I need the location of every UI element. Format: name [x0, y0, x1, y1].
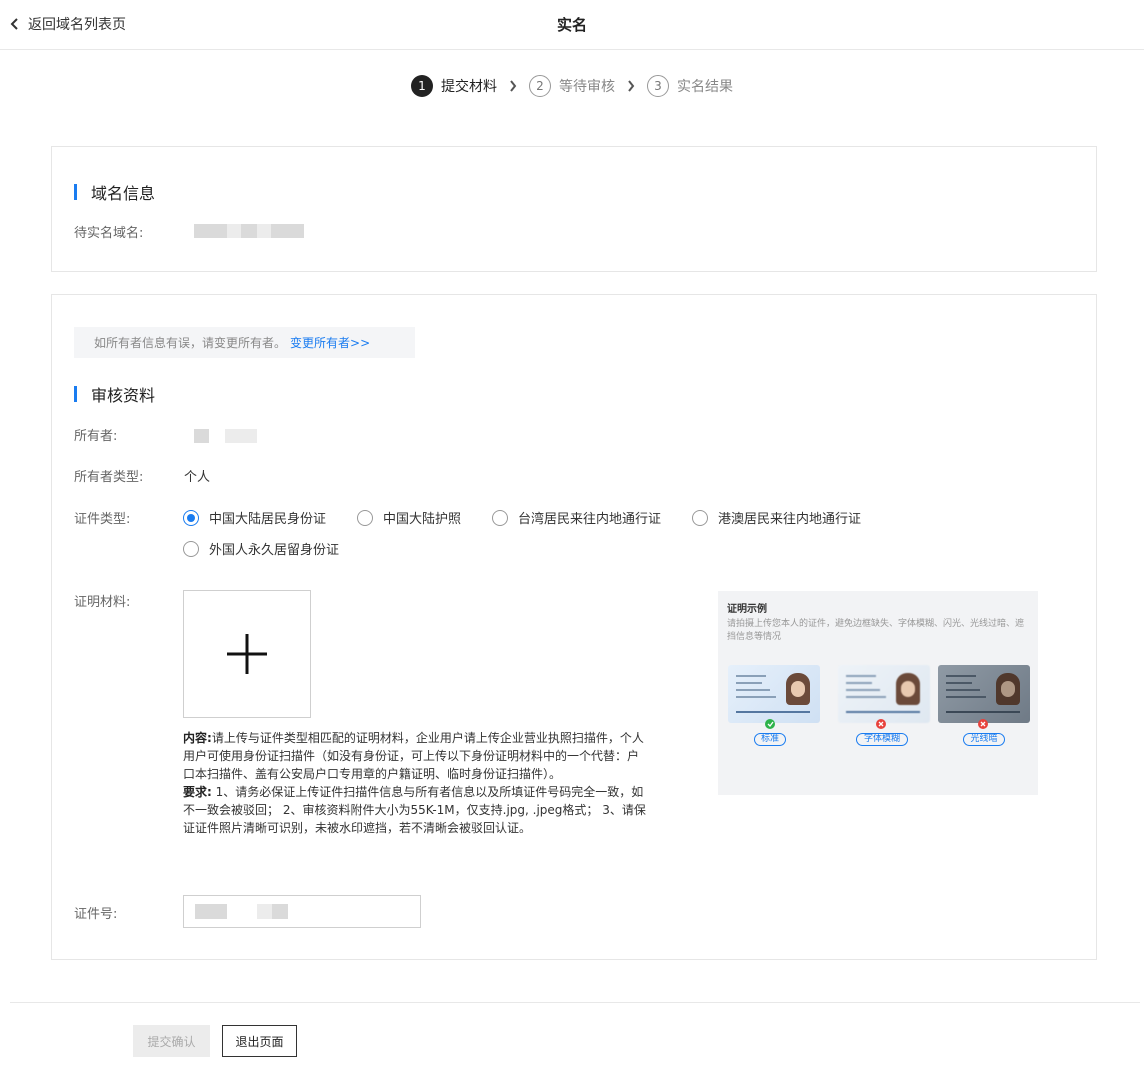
requirement-text: 1、请务必保证上传证件扫描件信息与所有者信息以及所填证件号码完全一致，如不一致会…: [183, 785, 646, 835]
radio-dot: [183, 509, 199, 526]
radio-dot: [183, 540, 199, 557]
step-number: 3: [647, 75, 669, 97]
id-number-input[interactable]: [183, 895, 421, 928]
chevron-right-icon: [510, 80, 517, 92]
redacted-domain: [194, 224, 227, 238]
section-accent-bar: [74, 184, 77, 200]
portrait-photo: [996, 673, 1020, 705]
review-materials-card: 如所有者信息有误，请变更所有者。 变更所有者>> 审核资料 所有者: 所有者类型…: [51, 294, 1097, 960]
radio-label: 台湾居民来往内地通行证: [518, 512, 662, 527]
radio-label: 外国人永久居留身份证: [209, 543, 340, 558]
domain-info-heading: 域名信息: [74, 180, 155, 204]
step-label: 实名结果: [677, 79, 733, 95]
step-waiting-review: 2 等待审核: [529, 75, 615, 97]
error-icon: [876, 719, 886, 729]
top-bar: 返回域名列表页 实名: [0, 0, 1144, 50]
example-id-card-blurry: [838, 665, 930, 723]
radio-cn-passport[interactable]: 中国大陆护照: [357, 508, 461, 527]
redacted-owner: [225, 429, 257, 443]
redacted-domain: [271, 224, 304, 238]
progress-steps: 1 提交材料 2 等待审核 3 实名结果: [0, 74, 1144, 98]
radio-label: 中国大陆居民身份证: [209, 512, 327, 527]
domain-info-card: 域名信息 待实名域名:: [51, 146, 1097, 272]
chevron-right-icon: [628, 80, 635, 92]
owner-change-notice: 如所有者信息有误，请变更所有者。 变更所有者>>: [74, 327, 415, 358]
radio-label: 中国大陆护照: [383, 512, 462, 527]
check-icon: [765, 719, 775, 729]
example-tag: 光线暗: [963, 733, 1005, 746]
radio-cn-id-card[interactable]: 中国大陆居民身份证: [183, 508, 326, 527]
material-label: 证明材料:: [74, 595, 131, 610]
content-heading: 内容:: [183, 731, 212, 745]
redacted-domain: [227, 224, 241, 238]
example-tag: 标准: [754, 733, 786, 746]
owner-type-label: 所有者类型:: [74, 470, 144, 485]
portrait-photo: [786, 673, 810, 705]
redacted-id-number: [272, 904, 288, 919]
exit-page-button[interactable]: 退出页面: [222, 1025, 297, 1057]
domain-label: 待实名域名:: [74, 226, 144, 241]
redacted-id-number: [257, 904, 272, 919]
radio-label: 港澳居民来往内地通行证: [718, 512, 862, 527]
step-result: 3 实名结果: [647, 75, 733, 97]
redacted-domain: [257, 224, 271, 238]
section-title: 域名信息: [91, 184, 156, 203]
example-description: 请拍摄上传您本人的证件，避免边框缺失、字体模糊、闪光、光线过暗、遮挡信息等情况: [727, 619, 1025, 642]
footer-divider: [10, 1002, 1140, 1003]
step-number: 1: [411, 75, 433, 97]
radio-foreigner-residence-card[interactable]: 外国人永久居留身份证: [183, 539, 339, 558]
upload-material-button[interactable]: [183, 590, 311, 718]
example-title: 证明示例: [727, 604, 767, 615]
radio-dot: [692, 509, 708, 526]
owner-label: 所有者:: [74, 429, 118, 444]
example-id-card-standard: [728, 665, 820, 723]
upload-instructions: 内容:请上传与证件类型相匹配的证明材料，企业用户请上传企业营业执照扫描件，个人用…: [183, 729, 648, 837]
step-label: 等待审核: [559, 79, 615, 95]
change-owner-link[interactable]: 变更所有者>>: [290, 334, 370, 351]
step-label: 提交材料: [441, 79, 497, 95]
portrait-photo: [896, 673, 920, 705]
page-title: 实名: [556, 16, 587, 34]
review-heading: 审核资料: [74, 382, 155, 406]
example-id-card-dark: [938, 665, 1030, 723]
content-text: 请上传与证件类型相匹配的证明材料，企业用户请上传企业营业执照扫描件，个人用户可使…: [183, 731, 644, 781]
plus-icon: [227, 634, 267, 674]
certificate-example-panel: 证明示例 请拍摄上传您本人的证件，避免边框缺失、字体模糊、闪光、光线过暗、遮挡信…: [718, 591, 1038, 795]
id-number-label: 证件号:: [74, 907, 118, 922]
section-accent-bar: [74, 386, 77, 402]
step-submit-materials: 1 提交材料: [411, 75, 497, 97]
requirement-heading: 要求:: [183, 785, 212, 799]
cert-type-label: 证件类型:: [74, 512, 131, 527]
radio-taiwan-permit[interactable]: 台湾居民来往内地通行证: [492, 508, 661, 527]
radio-hk-macau-permit[interactable]: 港澳居民来往内地通行证: [692, 508, 861, 527]
radio-dot: [357, 509, 373, 526]
step-number: 2: [529, 75, 551, 97]
submit-confirm-button[interactable]: 提交确认: [133, 1025, 210, 1057]
notice-text: 如所有者信息有误，请变更所有者。: [94, 336, 287, 350]
radio-dot: [492, 509, 508, 526]
redacted-domain: [241, 224, 257, 238]
redacted-owner: [194, 429, 209, 443]
redacted-id-number: [195, 904, 227, 919]
section-title: 审核资料: [91, 386, 156, 405]
example-tag: 字体模糊: [856, 733, 908, 746]
error-icon: [978, 719, 988, 729]
owner-type-value: 个人: [184, 470, 211, 485]
